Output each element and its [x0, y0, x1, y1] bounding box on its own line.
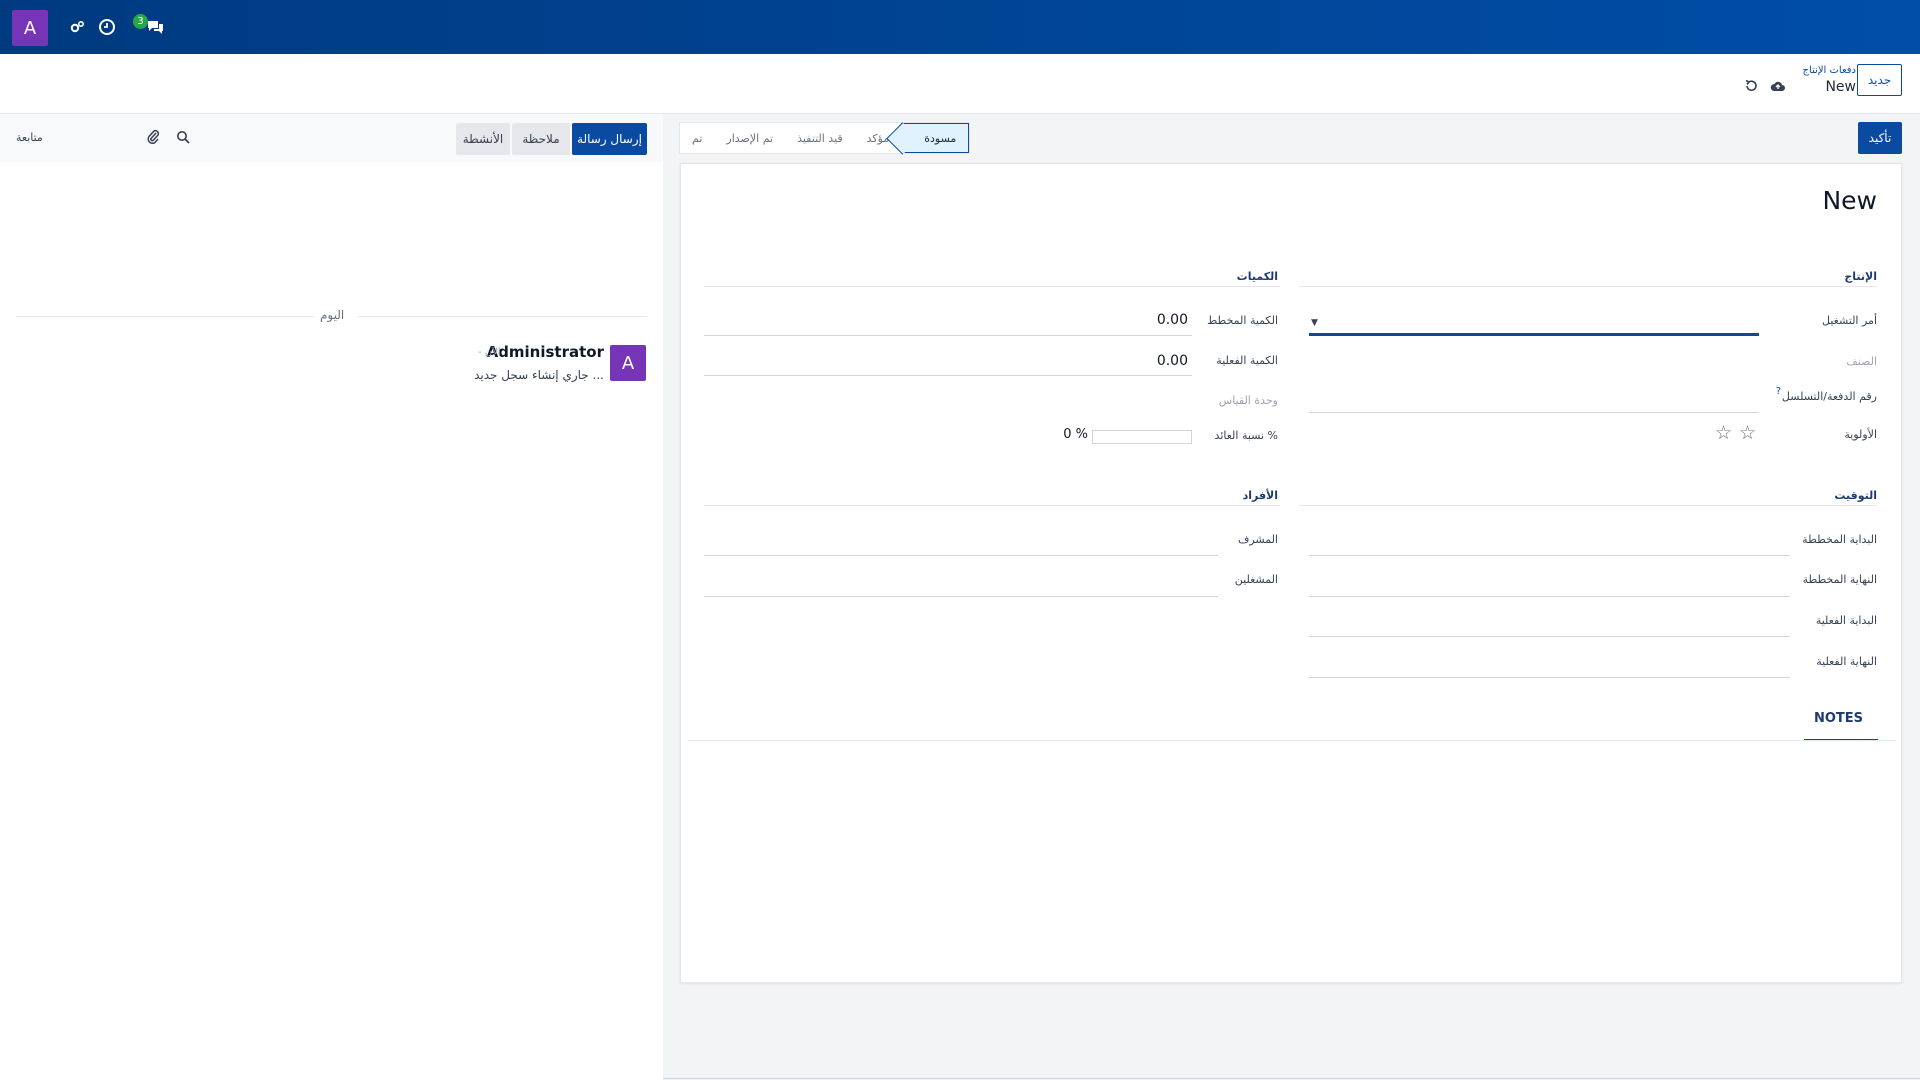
operators-field[interactable]	[704, 596, 1218, 597]
supervisor-field[interactable]	[704, 555, 1218, 556]
quantities-group-divider	[704, 286, 1280, 287]
supervisor-label: المشرف	[1237, 533, 1278, 546]
work-order-field[interactable]	[1309, 333, 1759, 336]
discard-icon[interactable]	[1743, 78, 1759, 94]
stage-done[interactable]: تم	[680, 123, 714, 153]
day-separator: اليوم	[316, 308, 349, 322]
work-order-label: أمر التشغيل	[1821, 314, 1877, 327]
tab-notes[interactable]: NOTES	[1814, 711, 1863, 726]
top-navbar: A 3	[0, 0, 1920, 54]
activities-button[interactable]: الأنشطة	[456, 123, 510, 155]
breadcrumb-parent[interactable]: دفعات الإنتاج	[1803, 65, 1856, 76]
chatter-panel: إرسال رسالة ملاحظة الأنشطة متابعة اليوم …	[0, 114, 663, 1080]
planned-start-label: البداية المخططة	[1802, 533, 1877, 546]
confirm-button[interactable]: تأكيد	[1858, 122, 1902, 154]
send-message-button[interactable]: إرسال رسالة	[572, 123, 647, 155]
actual-end-field[interactable]	[1309, 677, 1790, 678]
yield-value: 0 %	[1063, 427, 1088, 442]
planned-end-field[interactable]	[1309, 596, 1790, 597]
form-sheet: New الإنتاج أمر التشغيل ▼ الصنف رقم الدف…	[680, 163, 1902, 983]
yield-label: نسبة العائد %	[1214, 429, 1278, 442]
actual-start-label: البداية الفعلية	[1815, 614, 1877, 627]
clock-icon[interactable]	[96, 16, 118, 38]
statusbar: تأكيد مسودة مؤكد قيد التنفيذ تم الإصدار …	[663, 114, 1920, 162]
control-panel: جديد دفعات الإنتاج New	[0, 54, 1920, 114]
day-separator-line-right	[358, 316, 647, 317]
timing-group-divider	[1299, 505, 1877, 506]
message-body: جاري إنشاء سجل جديد ...	[474, 368, 604, 382]
actual-end-label: النهاية الفعلية	[1816, 655, 1877, 668]
operators-label: المشغلين	[1234, 573, 1278, 586]
new-button[interactable]: جديد	[1857, 64, 1902, 96]
uom-label: وحدة القياس	[1218, 394, 1278, 407]
planned-qty-value[interactable]: 0.00	[981, 312, 1188, 328]
log-note-button[interactable]: ملاحظة	[512, 123, 570, 155]
stage-in-progress[interactable]: قيد التنفيذ	[785, 123, 855, 153]
chat-badge: 3	[133, 14, 148, 29]
notebook-divider	[688, 740, 1896, 741]
actual-qty-value[interactable]: 0.00	[981, 353, 1188, 369]
quantities-group-title: الكميات	[1236, 270, 1278, 283]
settings-icon[interactable]	[66, 16, 88, 38]
priority-label: الأولوية	[1844, 428, 1877, 441]
priority-star-icon-2[interactable]: ☆	[1715, 422, 1732, 444]
message-avatar[interactable]: A	[610, 345, 646, 381]
lot-label: رقم الدفعة/التسلسل	[1781, 390, 1877, 403]
production-group-title: الإنتاج	[1844, 270, 1877, 283]
people-group-divider	[704, 505, 1280, 506]
paperclip-icon[interactable]	[145, 129, 161, 145]
lot-field[interactable]	[1309, 412, 1759, 413]
chevron-down-icon[interactable]: ▼	[1311, 318, 1318, 328]
timing-group-title: التوقيت	[1834, 489, 1877, 502]
stage-issued[interactable]: تم الإصدار	[714, 123, 785, 153]
actual-qty-label: الكمية الفعلية	[1216, 354, 1278, 367]
planned-qty-label: الكمية المخطط	[1207, 314, 1278, 327]
priority-star-icon[interactable]: ☆	[1739, 422, 1756, 444]
actual-start-field[interactable]	[1309, 636, 1790, 637]
yield-progress	[1092, 430, 1192, 444]
actual-qty-field[interactable]	[704, 375, 1192, 376]
production-group-divider	[1299, 286, 1877, 287]
stage-draft[interactable]: مسودة	[901, 123, 970, 153]
form-bottom-divider	[663, 1078, 1920, 1079]
product-label: الصنف	[1846, 355, 1877, 368]
chatter-topbar: إرسال رسالة ملاحظة الأنشطة متابعة	[0, 114, 663, 162]
user-avatar[interactable]: A	[12, 10, 48, 46]
people-group-title: الأفراد	[1242, 489, 1278, 502]
follow-button[interactable]: متابعة	[16, 131, 43, 144]
help-icon[interactable]: ?	[1776, 386, 1781, 397]
day-separator-line-left	[16, 316, 314, 317]
planned-start-field[interactable]	[1309, 555, 1790, 556]
breadcrumb-current: New	[1825, 79, 1856, 95]
message-time: - الآن	[478, 347, 501, 358]
search-icon[interactable]	[175, 129, 191, 145]
cloud-save-icon[interactable]	[1770, 78, 1786, 94]
stage-pipeline: مسودة مؤكد قيد التنفيذ تم الإصدار تم	[679, 122, 971, 154]
planned-end-label: النهاية المخططة	[1802, 573, 1877, 586]
record-title: New	[1822, 186, 1877, 215]
message-author[interactable]: Administrator	[487, 343, 604, 361]
planned-qty-field[interactable]	[704, 335, 1192, 336]
